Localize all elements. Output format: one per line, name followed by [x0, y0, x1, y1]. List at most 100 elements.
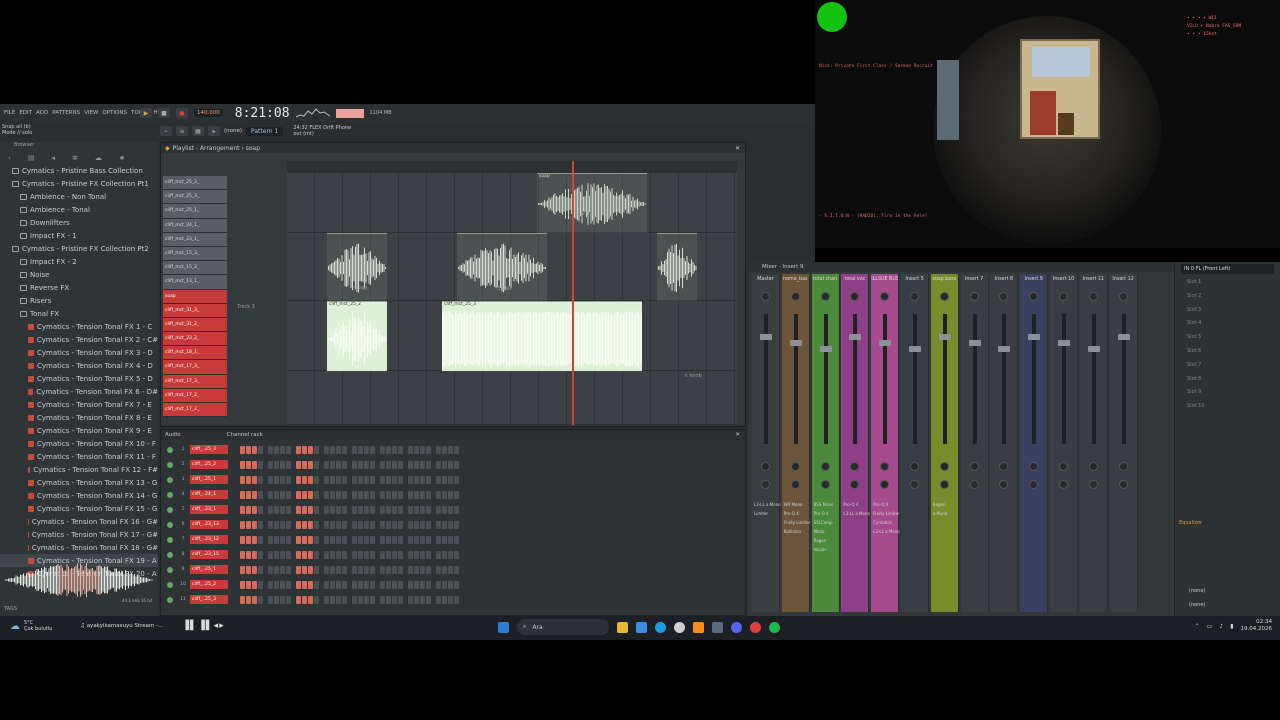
step-button[interactable] [392, 550, 397, 559]
menu-options[interactable]: OPTIONS [102, 110, 127, 116]
step-button[interactable] [330, 490, 335, 499]
browser-item[interactable]: Cymatics - Pristine Bass Collection [0, 164, 158, 177]
clip-pool-item[interactable]: cliff_mct_31_3_ [163, 303, 227, 318]
app-icon[interactable] [712, 621, 723, 633]
browser-item[interactable]: Reverse FX [0, 281, 158, 294]
stereo-knob[interactable] [820, 462, 830, 471]
taskbar-search[interactable]: ⌕ Ara [517, 619, 609, 635]
rack-close-icon[interactable]: ✕ [735, 432, 740, 438]
step-button[interactable] [296, 445, 301, 454]
step-button[interactable] [308, 535, 313, 544]
step-button[interactable] [258, 445, 263, 454]
step-button[interactable] [370, 580, 375, 589]
step-button[interactable] [364, 445, 369, 454]
mute-led-icon[interactable] [167, 491, 173, 498]
step-button[interactable] [330, 445, 335, 454]
step-button[interactable] [258, 490, 263, 499]
step-button[interactable] [392, 595, 397, 604]
menu-add[interactable]: ADD [36, 110, 48, 116]
send-knob[interactable] [910, 480, 919, 489]
step-button[interactable] [420, 550, 425, 559]
record-button[interactable]: ● [176, 108, 188, 118]
volume-fader-cap[interactable] [998, 346, 1011, 352]
volume-fader-track[interactable] [793, 314, 798, 444]
step-button[interactable] [454, 505, 459, 514]
browser-item[interactable]: Cymatics - Tension Tonal FX 1 - C [0, 320, 158, 333]
step-button[interactable] [392, 520, 397, 529]
step-button[interactable] [302, 505, 307, 514]
edge-icon[interactable] [655, 621, 666, 633]
clock[interactable]: 02:34 19.04.2026 [1241, 619, 1273, 633]
browser-item[interactable]: Cymatics - Tension Tonal FX 3 - D [0, 346, 158, 359]
clip-pool-item[interactable]: cliff_mct_13_1_ [163, 275, 227, 290]
step-button[interactable] [314, 460, 319, 469]
step-button[interactable] [408, 580, 413, 589]
stereo-knob[interactable] [1088, 462, 1098, 471]
step-button[interactable] [240, 520, 245, 529]
volume-fader-cap[interactable] [819, 346, 832, 352]
clip-pool-item[interactable]: cliff_mct_25_2_ [163, 176, 227, 191]
stop-button[interactable]: ■ [158, 108, 170, 118]
step-button[interactable] [268, 505, 273, 514]
step-button[interactable] [342, 505, 347, 514]
step-button[interactable] [240, 550, 245, 559]
step-button[interactable] [308, 520, 313, 529]
mail-icon[interactable] [636, 621, 647, 633]
browser-item[interactable]: Ambience - Non Tonal [0, 190, 158, 203]
clip-pool-item[interactable]: cliff_mct_31_2_ [163, 317, 227, 333]
volume-icon[interactable]: ♪ [1219, 623, 1223, 630]
step-button[interactable] [448, 580, 453, 589]
pan-knob[interactable] [910, 292, 919, 301]
step-button[interactable] [392, 460, 397, 469]
stereo-knob[interactable] [1118, 462, 1128, 471]
battery-icon[interactable]: ▮ [1230, 623, 1233, 630]
stereo-knob[interactable] [969, 462, 979, 471]
fl-studio-icon[interactable] [693, 621, 704, 633]
step-button[interactable] [342, 445, 347, 454]
volume-fader-cap[interactable] [849, 334, 862, 340]
step-button[interactable] [336, 505, 341, 514]
step-button[interactable] [352, 535, 357, 544]
step-button[interactable] [324, 535, 329, 544]
step-button[interactable] [296, 550, 301, 559]
step-button[interactable] [274, 535, 279, 544]
step-button[interactable] [426, 580, 431, 589]
step-button[interactable] [426, 550, 431, 559]
step-button[interactable] [426, 520, 431, 529]
step-button[interactable] [280, 520, 285, 529]
step-button[interactable] [420, 595, 425, 604]
clip-pool-item[interactable]: cliff_mct_17_2_ [163, 403, 227, 418]
step-button[interactable] [246, 550, 251, 559]
step-button[interactable] [240, 535, 245, 544]
step-button[interactable] [386, 505, 391, 514]
step-button[interactable] [370, 535, 375, 544]
step-button[interactable] [448, 535, 453, 544]
browser-folder-icon[interactable]: ▤ [28, 154, 35, 162]
mixer-strip[interactable]: Insert 10 [1050, 274, 1078, 612]
step-button[interactable] [392, 445, 397, 454]
mixer-strip[interactable]: Master L3-LL a Mono Limiter [752, 274, 781, 612]
step-button[interactable] [274, 490, 279, 499]
step-button[interactable] [286, 535, 291, 544]
step-button[interactable] [352, 580, 357, 589]
weather-widget[interactable]: ☁ 5°C Çok bulutlu [10, 620, 52, 632]
step-button[interactable] [342, 595, 347, 604]
mixer-strip[interactable]: noma_bas W/I Mono Pro-Q 4 Fruity Limiter Bal… [781, 274, 810, 612]
channel-row[interactable]: 8 cliff_..23_15 [167, 549, 464, 560]
step-button[interactable] [252, 565, 257, 574]
step-button[interactable] [426, 445, 431, 454]
step-button[interactable] [442, 490, 447, 499]
step-button[interactable] [324, 520, 329, 529]
step-button[interactable] [386, 580, 391, 589]
step-button[interactable] [352, 475, 357, 484]
step-button[interactable] [386, 535, 391, 544]
stereo-knob[interactable] [761, 462, 770, 471]
step-button[interactable] [398, 475, 403, 484]
step-button[interactable] [358, 565, 363, 574]
step-button[interactable] [426, 595, 431, 604]
volume-fader-cap[interactable] [1058, 340, 1070, 346]
step-button[interactable] [358, 475, 363, 484]
step-button[interactable] [286, 475, 291, 484]
step-button[interactable] [364, 520, 369, 529]
stereo-knob[interactable] [850, 462, 860, 471]
